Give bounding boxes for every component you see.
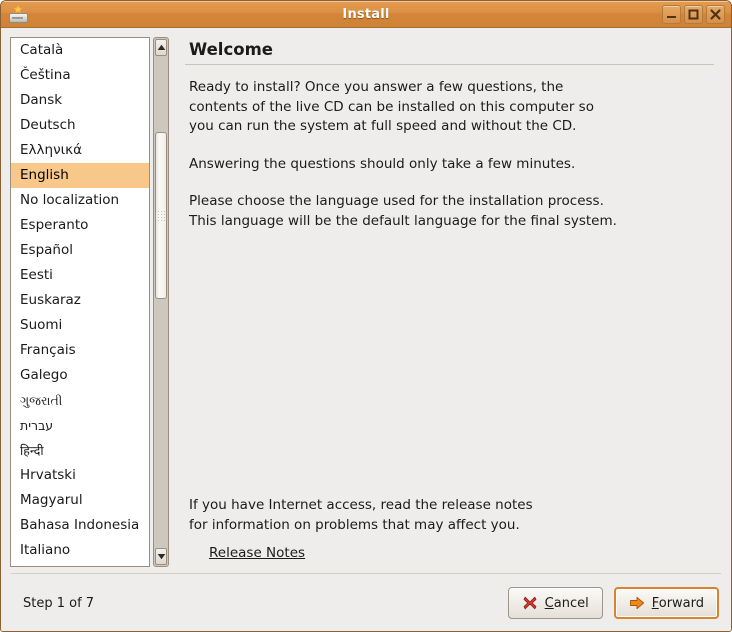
language-list-item[interactable]: Suomi <box>11 313 149 338</box>
minimize-icon <box>667 15 676 18</box>
language-list-item[interactable]: Dansk <box>11 88 149 113</box>
close-icon <box>710 8 721 20</box>
cancel-rest: ancel <box>553 595 589 611</box>
language-list-item[interactable]: Magyarul <box>11 488 149 513</box>
language-list-item[interactable]: Bahasa Indonesia <box>11 513 149 538</box>
chevron-down-icon <box>157 554 165 560</box>
forward-button[interactable]: Forward <box>613 587 719 619</box>
forward-arrow-icon <box>629 596 644 610</box>
chevron-up-icon <box>157 44 165 50</box>
close-button[interactable] <box>706 4 725 24</box>
language-list-scrollbar[interactable] <box>153 37 169 567</box>
scroll-up-button[interactable] <box>155 39 167 56</box>
welcome-panel: Welcome Ready to install? Once you answe… <box>185 37 723 573</box>
language-list-item[interactable]: Deutsch <box>11 113 149 138</box>
footer-buttons: Cancel Forward <box>507 587 719 619</box>
cancel-button-label: Cancel <box>545 596 589 611</box>
language-instruction-paragraph: Please choose the language used for the … <box>189 193 617 229</box>
release-notes-paragraph: If you have Internet access, read the re… <box>189 497 533 533</box>
duration-paragraph: Answering the questions should only take… <box>189 155 576 172</box>
cd-installer-icon <box>7 3 29 25</box>
wizard-footer: Step 1 of 7 Cancel Forward <box>1 574 731 631</box>
maximize-button[interactable] <box>684 4 703 24</box>
window-title: Install <box>342 6 390 22</box>
forward-rest: orward <box>658 595 704 611</box>
forward-mnemonic: F <box>651 595 659 611</box>
language-list-item[interactable]: Galego <box>11 363 149 388</box>
language-list-item[interactable]: Euskaraz <box>11 288 149 313</box>
intro-paragraph: Ready to install? Once you answer a few … <box>189 79 594 134</box>
language-list-item[interactable]: Español <box>11 238 149 263</box>
language-list-item[interactable]: Català <box>11 38 149 63</box>
window-titlebar: Install <box>1 1 731 28</box>
language-list[interactable]: Català Čeština Dansk Deutsch Ελληνικά English… <box>10 37 150 567</box>
release-notes-block: If you have Internet access, read the re… <box>185 496 714 561</box>
maximize-icon <box>688 9 699 19</box>
language-list-item[interactable]: No localization <box>11 188 149 213</box>
window-controls <box>662 4 727 24</box>
minimize-button[interactable] <box>662 4 681 24</box>
language-list-item[interactable]: Italiano <box>11 538 149 563</box>
window-content: Català Čeština Dansk Deutsch Ελληνικά English… <box>1 28 731 573</box>
language-list-item[interactable]: Français <box>11 338 149 363</box>
scrollbar-track[interactable] <box>155 57 167 547</box>
language-list-item[interactable]: Ελληνικά <box>11 138 149 163</box>
cancel-x-icon <box>523 596 537 610</box>
language-selection-pane: Català Čeština Dansk Deutsch Ελληνικά English… <box>10 37 169 567</box>
scrollbar-thumb[interactable] <box>155 132 167 299</box>
cancel-mnemonic: C <box>544 595 554 611</box>
title-separator <box>185 64 714 65</box>
language-list-item[interactable]: English <box>11 163 149 188</box>
forward-button-label: Forward <box>652 596 704 611</box>
page-title: Welcome <box>189 40 273 59</box>
step-indicator: Step 1 of 7 <box>23 595 95 611</box>
language-list-item[interactable]: Eesti <box>11 263 149 288</box>
cancel-button[interactable]: Cancel <box>507 587 603 619</box>
language-list-item[interactable]: Esperanto <box>11 213 149 238</box>
release-notes-link[interactable]: Release Notes <box>209 545 305 561</box>
language-list-item[interactable]: עברית <box>11 413 149 438</box>
language-list-item[interactable]: ગુજરાતી <box>11 388 149 413</box>
scroll-down-button[interactable] <box>155 548 167 565</box>
language-list-item[interactable]: Hrvatski <box>11 463 149 488</box>
install-window: Install Català Čeština Dansk Deutsch Ελλ… <box>0 0 732 632</box>
language-list-item[interactable]: हिन्दी <box>11 438 149 463</box>
cd-slot-glyph <box>12 17 23 19</box>
language-list-item[interactable]: Čeština <box>11 63 149 88</box>
scrollbar-grip-icon <box>157 209 165 222</box>
